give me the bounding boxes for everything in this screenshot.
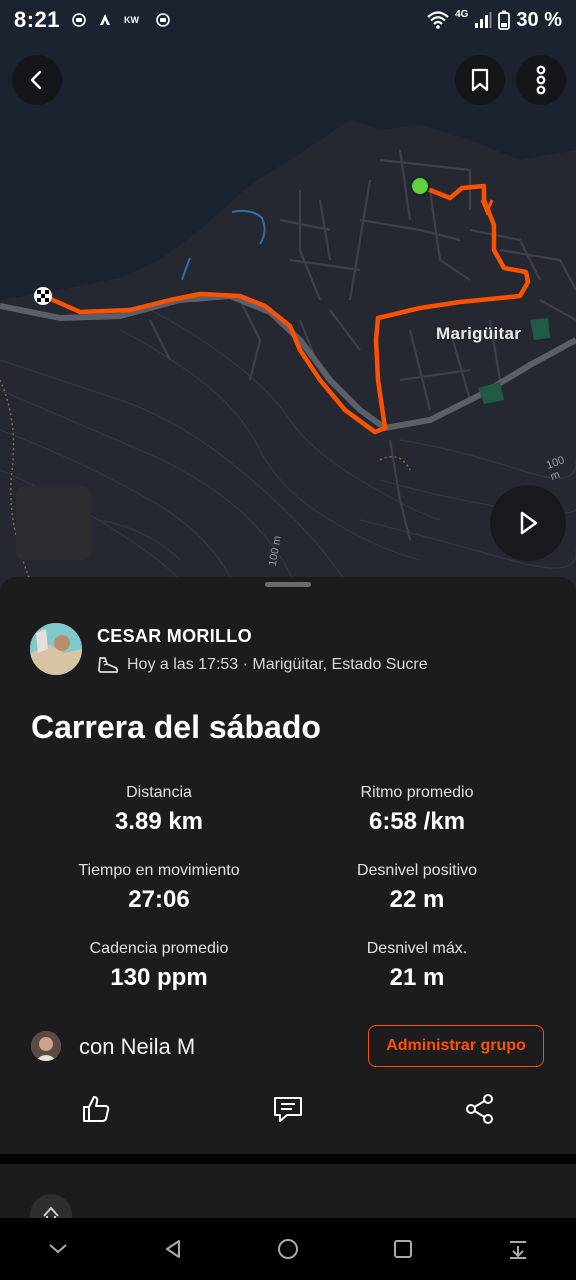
back-button[interactable] bbox=[12, 55, 62, 105]
place-label: Marigüitar bbox=[436, 324, 522, 343]
stat-value: 27:06 bbox=[128, 886, 190, 913]
stat-value: 6:58 /km bbox=[368, 808, 466, 835]
athlete-avatar[interactable] bbox=[30, 623, 82, 675]
stat-label: Tiempo en movimiento bbox=[78, 862, 240, 879]
share-button[interactable] bbox=[462, 1091, 498, 1127]
status-bar: 8:21 KW 4G 30 % bbox=[0, 0, 576, 40]
stat-label: Desnivel positivo bbox=[356, 862, 478, 879]
wifi-icon bbox=[427, 11, 449, 29]
activity-sheet: CESAR MORILLO Hoy a las 17:53 · Marigüit… bbox=[0, 577, 576, 1154]
activity-title: Carrera del sábado bbox=[31, 709, 321, 745]
member-photo bbox=[31, 1031, 61, 1061]
stat-value: 130 ppm bbox=[110, 964, 208, 991]
nav-home-button[interactable] bbox=[268, 1229, 308, 1269]
stat-avg-cadence: Cadencia promedio 130 ppm bbox=[39, 940, 279, 992]
stat-max-elevation: Desnivel máx. 21 m bbox=[297, 940, 537, 992]
network-type: 4G bbox=[455, 8, 469, 20]
share-icon bbox=[466, 1094, 493, 1124]
stat-value: 21 m bbox=[389, 964, 445, 991]
stat-value: 3.89 km bbox=[114, 808, 204, 835]
athlete-name[interactable]: CESAR MORILLO bbox=[97, 626, 252, 647]
nav-recents-button[interactable] bbox=[383, 1229, 423, 1269]
square-recents-icon bbox=[394, 1240, 413, 1258]
stat-avg-pace: Ritmo promedio 6:58 /km bbox=[297, 784, 537, 836]
status-time: 8:21 bbox=[14, 7, 61, 32]
more-vertical-icon bbox=[536, 65, 546, 95]
manage-group-button[interactable]: Administrar grupo bbox=[368, 1025, 544, 1067]
download-icon bbox=[510, 1241, 527, 1259]
running-shoe-icon bbox=[98, 657, 119, 673]
svg-text:KW: KW bbox=[124, 15, 139, 25]
battery-percent: 30 % bbox=[516, 8, 562, 31]
kw-app-icon: KW bbox=[124, 15, 139, 25]
comment-icon bbox=[274, 1097, 302, 1122]
drag-handle[interactable] bbox=[265, 582, 311, 587]
bookmark-button[interactable] bbox=[455, 55, 505, 105]
next-feed-card bbox=[0, 1164, 576, 1236]
chevron-down-icon bbox=[48, 1244, 67, 1254]
stat-elevation-gain: Desnivel positivo 22 m bbox=[297, 862, 537, 914]
strava-icon bbox=[100, 14, 111, 25]
stat-label: Distancia bbox=[126, 784, 192, 801]
stat-label: Desnivel máx. bbox=[366, 940, 468, 957]
more-options-button[interactable] bbox=[516, 55, 566, 105]
nav-download-button[interactable] bbox=[498, 1229, 538, 1269]
group-members-text[interactable]: con Neila M bbox=[79, 1034, 195, 1060]
activity-time-location: Hoy a las 17:53 · Marigüitar, Estado Suc… bbox=[127, 656, 428, 673]
activity-meta: Hoy a las 17:53 · Marigüitar, Estado Suc… bbox=[97, 655, 428, 675]
stat-label: Cadencia promedio bbox=[89, 940, 229, 957]
thumbs-up-icon bbox=[83, 1096, 110, 1122]
stat-value: 22 m bbox=[389, 886, 445, 913]
nav-collapse-button[interactable] bbox=[38, 1229, 78, 1269]
nav-back-button[interactable] bbox=[153, 1229, 193, 1269]
kudos-button[interactable] bbox=[78, 1091, 114, 1127]
stat-moving-time: Tiempo en movimiento 27:06 bbox=[39, 862, 279, 914]
group-member-avatar[interactable] bbox=[31, 1031, 61, 1061]
back-arrow-icon bbox=[30, 70, 42, 90]
battery-icon bbox=[498, 10, 511, 30]
signal-icon bbox=[475, 12, 492, 28]
stat-distance: Distancia 3.89 km bbox=[39, 784, 279, 836]
notification-icon bbox=[72, 13, 86, 27]
bookmark-icon bbox=[471, 68, 489, 92]
home-circle-icon bbox=[277, 1239, 298, 1259]
section-divider bbox=[0, 1154, 576, 1164]
system-nav-bar bbox=[0, 1218, 576, 1280]
triangle-back-icon bbox=[165, 1240, 180, 1258]
comment-button[interactable] bbox=[270, 1091, 306, 1127]
play-icon bbox=[520, 511, 538, 535]
photo-thumbnail[interactable] bbox=[16, 486, 91, 560]
stat-label: Ritmo promedio bbox=[360, 784, 474, 801]
notification-icon bbox=[156, 13, 170, 27]
flyover-play-button[interactable] bbox=[490, 485, 566, 561]
athlete-photo bbox=[30, 623, 82, 675]
